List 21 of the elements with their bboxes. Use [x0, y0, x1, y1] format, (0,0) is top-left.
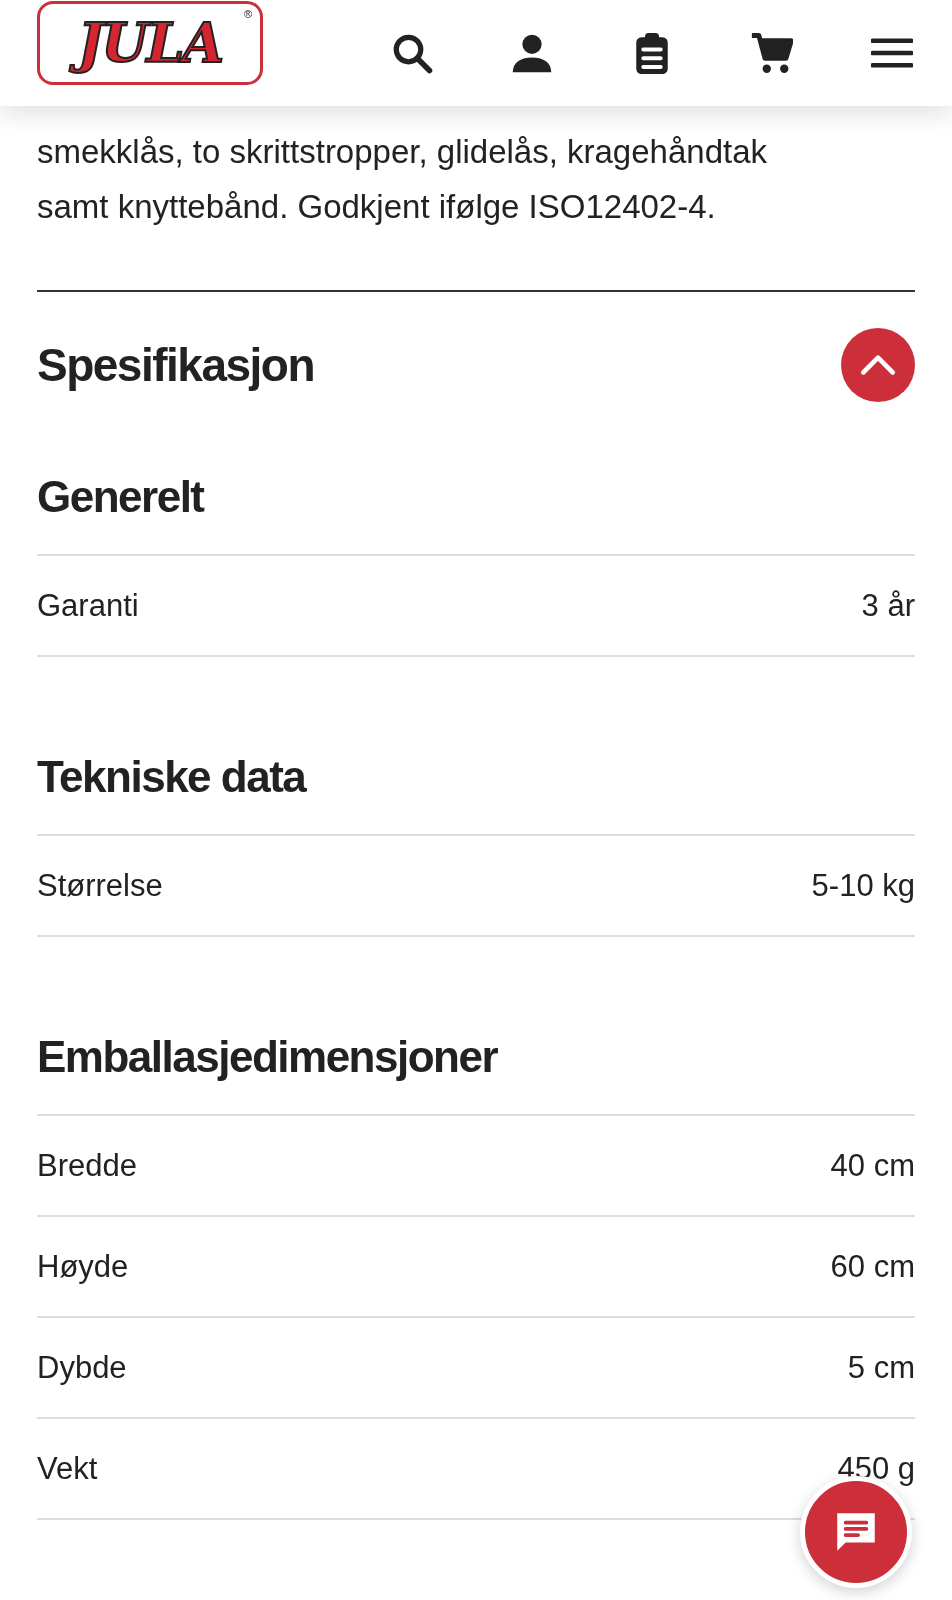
spec-label: Bredde [37, 1147, 137, 1184]
spec-value: 5 cm [847, 1349, 915, 1386]
search-icon[interactable] [391, 32, 433, 74]
group-title: Emballasjedimensjoner [37, 1032, 499, 1082]
group-title: Tekniske data [37, 752, 308, 802]
spec-label: Høyde [37, 1248, 129, 1285]
spec-value: 40 cm [830, 1147, 915, 1184]
spec-value: 60 cm [830, 1248, 915, 1285]
spec-label: Dybde [37, 1349, 127, 1386]
cart-icon[interactable] [751, 32, 793, 74]
spec-label: Garanti [37, 587, 139, 624]
description-text: samt knyttebånd. Godkjent ifølge ISO12402-4. [37, 187, 717, 227]
section-title: Spesifikasjon [37, 338, 315, 392]
spec-label: Størrelse [37, 867, 163, 904]
logo[interactable]: JULA ® [37, 1, 263, 85]
spec-label: Vekt [37, 1450, 98, 1487]
person-icon[interactable] [511, 32, 553, 74]
spec-value: 5-10 kg [811, 867, 915, 904]
description-text: smekklås, to skrittstropper, glidelås, kragehåndtak [37, 132, 768, 172]
spec-value: 3 år [861, 587, 915, 624]
group-title: Generelt [37, 472, 206, 522]
